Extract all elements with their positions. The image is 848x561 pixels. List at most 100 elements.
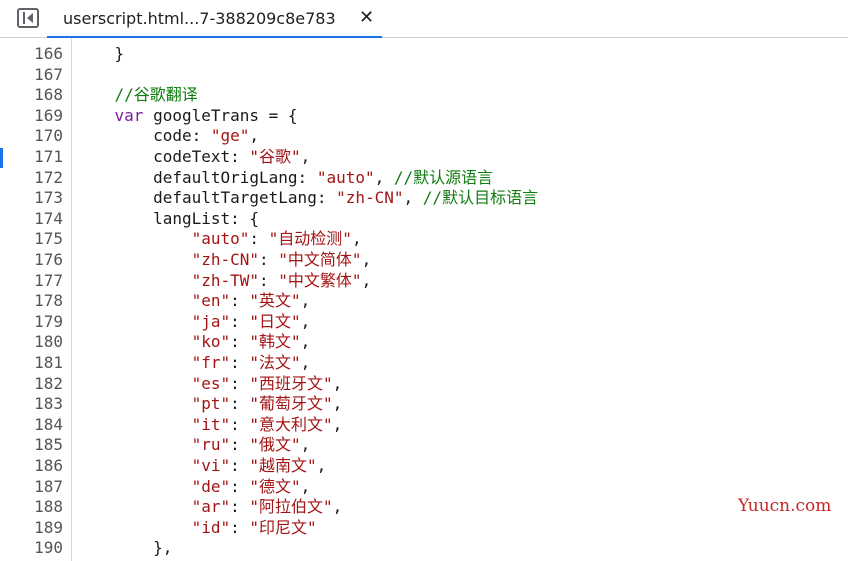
line-number[interactable]: 171 xyxy=(0,146,63,167)
code-text: "id": "印尼文" xyxy=(76,517,317,538)
code-text: "vi": "越南文", xyxy=(76,455,327,476)
line-number[interactable]: 187 xyxy=(0,476,63,497)
code-line: 168 //谷歌翻译 xyxy=(0,84,848,105)
string-token: "fr" xyxy=(191,353,231,372)
toggle-navigator-icon[interactable] xyxy=(17,8,39,28)
code-text: "auto": "自动检测", xyxy=(76,228,362,249)
code-text: var googleTrans = { xyxy=(76,105,298,126)
line-number[interactable]: 177 xyxy=(0,270,63,291)
line-number[interactable]: 178 xyxy=(0,290,63,311)
code-line: 169 var googleTrans = { xyxy=(0,105,848,126)
line-number[interactable]: 172 xyxy=(0,167,63,188)
line-number[interactable]: 189 xyxy=(0,517,63,538)
line-number[interactable]: 179 xyxy=(0,311,63,332)
line-number[interactable]: 168 xyxy=(0,84,63,105)
code-token: : xyxy=(230,435,250,455)
string-token: "ko" xyxy=(191,332,231,352)
code-token: : xyxy=(230,291,250,311)
line-number[interactable]: 185 xyxy=(0,434,63,455)
line-number[interactable]: 169 xyxy=(0,105,63,126)
code-token: : xyxy=(230,476,250,496)
code-token: }, xyxy=(76,538,173,558)
code-token: , xyxy=(361,270,372,290)
string-token: "法文" xyxy=(249,353,301,372)
code-text: } xyxy=(76,43,125,64)
line-number[interactable]: 183 xyxy=(0,393,63,414)
code-text: "ko": "韩文", xyxy=(76,331,311,352)
code-line: 172 defaultOrigLang: "auto", //默认源语言 xyxy=(0,167,848,188)
code-line: 182 "es": "西班牙文", xyxy=(0,373,848,394)
line-number[interactable]: 184 xyxy=(0,414,63,435)
line-number[interactable]: 186 xyxy=(0,455,63,476)
comment-token: //默认目标语言 xyxy=(422,188,539,208)
line-number[interactable]: 190 xyxy=(0,537,63,558)
code-token: : xyxy=(230,332,250,352)
code-line: 171 codeText: "谷歌", xyxy=(0,146,848,167)
code-token: defaultTargetLang: xyxy=(76,188,337,208)
code-editor[interactable]: 166 } 167 168 //谷歌翻译 169 var googleTrans = … xyxy=(0,38,848,561)
code-token: : xyxy=(249,229,269,249)
code-token: , xyxy=(300,291,311,311)
code-text: defaultTargetLang: "zh-CN", //默认目标语言 xyxy=(76,187,538,208)
code-token: , xyxy=(332,414,343,434)
code-token: : xyxy=(230,311,250,331)
string-token: "ru" xyxy=(191,435,231,455)
code-line: 175 "auto": "自动检测", xyxy=(0,228,848,249)
code-line: 170 code: "ge", xyxy=(0,125,848,146)
string-token: "en" xyxy=(191,291,231,311)
string-token: "vi" xyxy=(191,456,231,475)
code-token: : xyxy=(230,353,250,372)
string-token: "西班牙文" xyxy=(249,373,333,393)
tab-userscript[interactable]: userscript.html...7-388209c8e783 ✕ xyxy=(47,0,382,38)
code-line: 166 } xyxy=(0,43,848,64)
line-number[interactable]: 188 xyxy=(0,496,63,517)
code-token: , xyxy=(351,229,362,249)
code-line: 173 defaultTargetLang: "zh-CN", //默认目标语言 xyxy=(0,187,848,208)
code-text: defaultOrigLang: "auto", //默认源语言 xyxy=(76,167,493,188)
string-token: "zh-CN" xyxy=(191,250,260,269)
code-line: 184 "it": "意大利文", xyxy=(0,414,848,435)
code-token: , xyxy=(374,167,394,187)
line-number[interactable]: 176 xyxy=(0,249,63,270)
code-line: 177 "zh-TW": "中文繁体", xyxy=(0,270,848,291)
string-token: "越南文" xyxy=(249,456,317,475)
line-number[interactable]: 170 xyxy=(0,125,63,146)
code-line: 183 "pt": "葡萄牙文", xyxy=(0,393,848,414)
line-number[interactable]: 166 xyxy=(0,43,63,64)
code-token: : xyxy=(230,517,250,537)
code-text: "ar": "阿拉伯文", xyxy=(76,496,343,517)
code-token: : xyxy=(259,270,279,290)
code-text: "en": "英文", xyxy=(76,290,311,311)
string-token: "谷歌" xyxy=(249,147,301,166)
string-token: "葡萄牙文" xyxy=(249,394,333,414)
line-number[interactable]: 173 xyxy=(0,187,63,208)
line-number[interactable]: 167 xyxy=(0,64,63,85)
string-token: "日文" xyxy=(249,311,301,331)
string-token: "ar" xyxy=(191,497,231,517)
line-number[interactable]: 182 xyxy=(0,373,63,394)
code-line: 167 xyxy=(0,64,848,85)
code-token: : xyxy=(230,373,250,393)
line-number[interactable]: 180 xyxy=(0,331,63,352)
watermark: Yuucn.com xyxy=(738,496,832,516)
line-number[interactable]: 181 xyxy=(0,352,63,373)
code-text: "fr": "法文", xyxy=(76,352,311,373)
code-line: 187 "de": "德文", xyxy=(0,476,848,497)
code-text: "zh-TW": "中文繁体", xyxy=(76,270,372,291)
close-icon[interactable]: ✕ xyxy=(359,7,374,28)
code-text: "zh-CN": "中文简体", xyxy=(76,249,372,270)
line-number[interactable]: 174 xyxy=(0,208,63,229)
line-number[interactable]: 175 xyxy=(0,228,63,249)
code-token: , xyxy=(361,250,372,269)
code-token: : xyxy=(230,394,250,414)
code-token: googleTrans = { xyxy=(143,105,298,125)
code-token: : xyxy=(259,250,279,269)
